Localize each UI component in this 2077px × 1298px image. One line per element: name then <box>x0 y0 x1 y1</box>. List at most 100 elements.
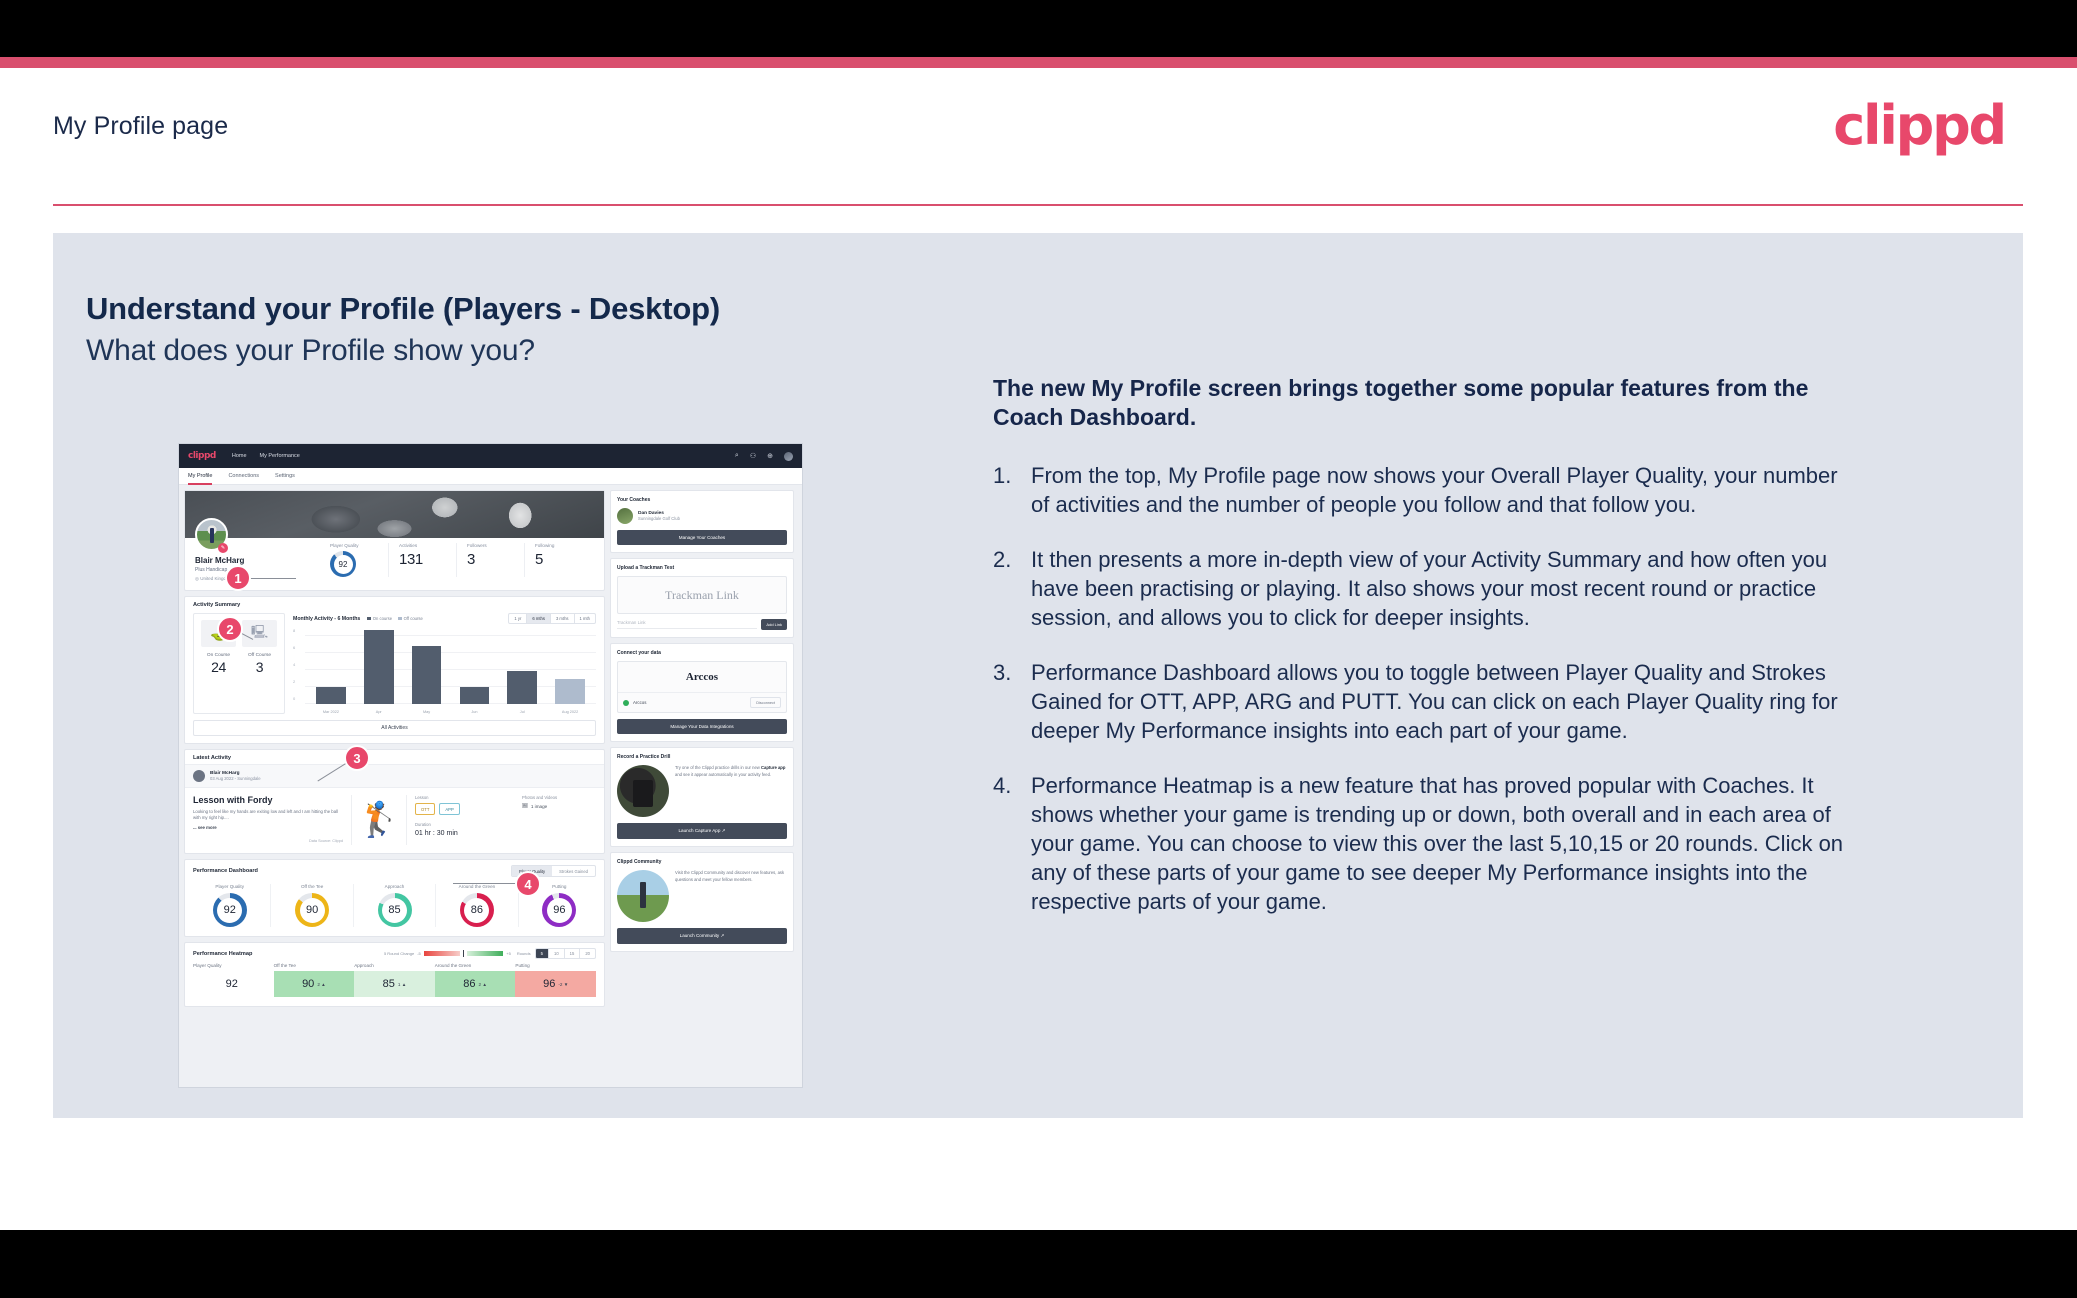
activity-description: Looking to feel like my hands are exitin… <box>193 809 338 821</box>
ring-off-the-tee[interactable]: Off the Tee 90 <box>270 884 352 927</box>
tab-connections[interactable]: Connections <box>228 468 259 485</box>
bar-may[interactable] <box>411 646 442 704</box>
trackman-title: Upload a Trackman Test <box>617 565 675 571</box>
chart-bars <box>307 628 594 704</box>
heatmap-label-around-the-green: Around the Green <box>434 963 472 968</box>
add-link-button[interactable]: Add Link <box>761 619 787 630</box>
stat-value: 3 <box>467 551 475 568</box>
copy-number: 1. <box>993 462 1012 488</box>
stat-following[interactable]: Following 5 <box>524 543 592 577</box>
add-circle-icon[interactable]: ⊕ <box>767 452 773 460</box>
all-activities-button[interactable]: All Activities <box>193 720 596 736</box>
rounds-selector[interactable]: 5 10 15 20 <box>534 948 596 959</box>
copy-lead: The new My Profile screen brings togethe… <box>993 375 1809 431</box>
drill-text-b: Capture app <box>760 765 786 770</box>
stat-player-quality[interactable]: Player Quality 92 <box>320 543 388 577</box>
range-1yr[interactable]: 1 yr <box>509 614 526 623</box>
ring-around-the-green[interactable]: Around the Green 86 <box>435 884 517 927</box>
leader-line-4 <box>453 883 519 884</box>
tag-app[interactable]: APP <box>439 803 460 815</box>
activity-type-label: Lesson <box>415 795 429 800</box>
disconnect-button[interactable]: Disconnect <box>750 697 781 708</box>
tab-settings[interactable]: Settings <box>275 468 295 485</box>
duration-value: 01 hr : 30 min <box>415 830 458 837</box>
performance-dashboard-title: Performance Dashboard <box>193 868 258 874</box>
stat-activities[interactable]: Activities 131 <box>388 543 456 577</box>
heatmap-cell-putting[interactable]: 96 -2 ▼ <box>515 971 596 997</box>
range-6mths[interactable]: 6 mths <box>526 614 550 623</box>
leader-line-1 <box>250 578 296 579</box>
manage-integrations-button[interactable]: Manage Your Data Integrations <box>617 719 787 734</box>
activity-author: Blair McHarg 03 Aug 2022 - Sunningdale <box>185 764 604 788</box>
copy-number: 2. <box>993 546 1012 572</box>
launch-capture-app-button[interactable]: Launch Capture App ↗ <box>617 823 787 839</box>
people-icon[interactable]: ⚇ <box>750 452 756 460</box>
xlabel-0: Mar 2022 <box>322 710 339 714</box>
chart-range-selector[interactable]: 1 yr 6 mths 3 mths 1 mth <box>508 613 596 624</box>
heatmap-value: 96 <box>543 978 556 990</box>
ring-value: 86 <box>464 897 490 923</box>
nav-link-home[interactable]: Home <box>232 453 247 459</box>
heatmap-cell-player-quality[interactable]: 92 <box>193 971 274 997</box>
activity-thumbnail[interactable]: 🏌 <box>351 795 407 845</box>
rounds-15[interactable]: 15 <box>563 949 580 958</box>
activity-title[interactable]: Lesson with Fordy <box>193 795 343 805</box>
heatmap-value: 90 <box>302 978 315 990</box>
ring-value: 85 <box>382 897 408 923</box>
stat-label: Followers <box>467 543 487 548</box>
bar-apr[interactable] <box>363 629 394 704</box>
bar-mar[interactable] <box>316 687 346 704</box>
xlabel-3: Jun <box>471 710 478 714</box>
nav-link-my-performance[interactable]: My Performance <box>260 453 300 459</box>
copy-item-3: 3. Performance Dashboard allows you to t… <box>993 658 1853 745</box>
practice-drill-title: Record a Practice Drill <box>617 754 671 760</box>
heatmap-cell-approach[interactable]: 85 1 ▲ <box>354 971 435 997</box>
chart-x-labels: Mar 2022 Apr May Jun Jul Aug 2022 <box>307 710 594 714</box>
coach-club: Sunningdale Golf Club <box>638 516 680 521</box>
bar-jun[interactable] <box>459 687 490 704</box>
rounds-20[interactable]: 20 <box>579 949 595 958</box>
ring-player-quality[interactable]: Player Quality 92 <box>189 884 270 927</box>
manage-coaches-button[interactable]: Manage Your Coaches <box>617 530 787 545</box>
heatmap-cell-off-the-tee[interactable]: 90 2 ▲ <box>273 971 355 997</box>
range-3mths[interactable]: 3 mths <box>549 614 574 623</box>
community-card: Clippd Community Visit the Clippd Commun… <box>610 852 794 952</box>
trackman-link-input[interactable]: Trackman Link <box>617 620 758 629</box>
profile-name: Blair McHarg <box>195 556 245 565</box>
bar-aug[interactable] <box>555 678 585 704</box>
rounds-10[interactable]: 10 <box>547 949 564 958</box>
stat-value: 5 <box>535 551 543 568</box>
tag-ott[interactable]: OTT <box>415 803 436 815</box>
page-title: My Profile page <box>53 112 229 140</box>
toggle-strokes-gained[interactable]: Strokes Gained <box>552 866 595 876</box>
profile-stats: Player Quality 92 Activities 131 Followe… <box>320 543 592 577</box>
copy-number: 4. <box>993 773 1012 799</box>
tab-my-profile[interactable]: My Profile <box>188 468 213 485</box>
profile-cover-image <box>185 491 604 538</box>
stat-followers[interactable]: Followers 3 <box>456 543 524 577</box>
search-icon[interactable]: ⌕ <box>735 452 739 460</box>
bar-jul[interactable] <box>507 670 538 704</box>
trackman-card: Upload a Trackman Test Trackman Link Tra… <box>610 558 794 638</box>
heatmap-change: 2 ▲ <box>478 981 487 987</box>
ring-label: Approach <box>384 884 405 889</box>
content-panel: Understand your Profile (Players - Deskt… <box>53 233 2023 1118</box>
ring-label: Around the Green <box>458 884 496 889</box>
heatmap-cell-around-the-green[interactable]: 86 2 ▲ <box>434 971 516 997</box>
ring-approach[interactable]: Approach 85 <box>352 884 435 927</box>
rounds-5[interactable]: 5 <box>535 949 548 958</box>
practice-drill-card: Record a Practice Drill Try one of the C… <box>610 747 794 847</box>
heatmap-change: 2 ▲ <box>317 981 326 987</box>
stat-label: Player Quality <box>330 543 359 548</box>
connect-data-card: Connect your data Arccos Arccos Disconne… <box>610 643 794 742</box>
copy-body: From the top, My Profile page now shows … <box>1031 462 1838 517</box>
heatmap-value: 92 <box>225 978 238 990</box>
activity-summary-card: Activity Summary ⛳ 🖳 On Course <box>184 596 605 744</box>
launch-community-button[interactable]: Launch Community ↗ <box>617 928 787 944</box>
edit-avatar-icon[interactable]: ✎ <box>218 543 228 553</box>
range-1mth[interactable]: 1 mth <box>573 614 595 623</box>
avatar-icon[interactable] <box>784 451 793 461</box>
see-more-link[interactable]: ... see more <box>193 825 343 830</box>
player-quality-ring[interactable]: 92 <box>330 551 356 577</box>
clippd-logo: clippd <box>1833 94 2007 157</box>
